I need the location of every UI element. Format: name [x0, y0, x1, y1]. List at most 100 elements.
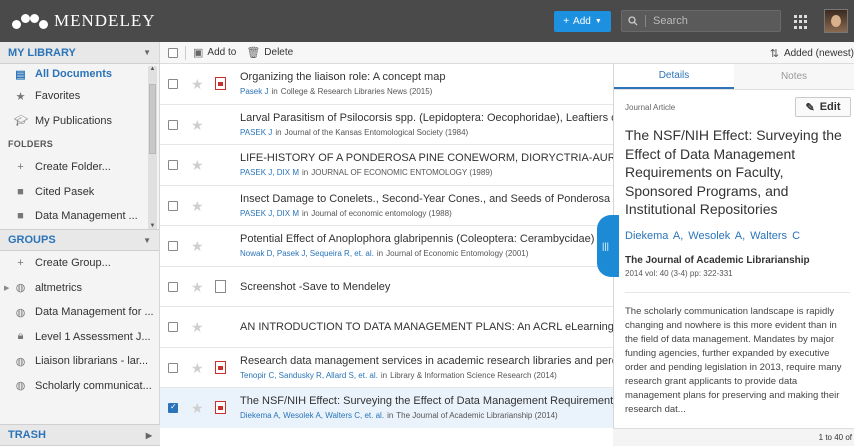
caret-right-icon[interactable]: ▶	[4, 284, 9, 292]
document-type: Journal Article	[625, 103, 676, 112]
document-row-in: in	[271, 87, 278, 96]
globe-icon: ◍	[15, 355, 26, 368]
document-row-meta: PASEK Jin Journal of the Kansas Entomolog…	[240, 128, 468, 137]
table-row[interactable]: ★ Insect Damage to Conelets., Second-Year…	[160, 186, 614, 226]
search-input[interactable]: Search	[621, 10, 781, 32]
favorite-star-icon[interactable]: ★	[191, 198, 204, 215]
favorite-star-icon[interactable]: ★	[191, 238, 204, 255]
select-all-checkbox[interactable]	[168, 47, 178, 58]
table-row[interactable]: ★ Research data management services in ac…	[160, 348, 614, 388]
pencil-icon: ✎	[805, 101, 815, 114]
favorite-star-icon[interactable]: ★	[191, 279, 204, 296]
trash-header[interactable]: TRASH ▶	[0, 424, 160, 446]
document-row-authors[interactable]: PASEK J, DIX M	[240, 168, 299, 177]
favorite-star-icon[interactable]: ★	[191, 157, 204, 174]
app-name: MENDELEY	[54, 11, 156, 30]
pdf-icon	[215, 360, 226, 374]
panel-toggle-handle[interactable]: |||	[597, 215, 619, 277]
mendeley-logo[interactable]: MENDELEY	[12, 10, 155, 32]
graduation-cap-icon: 🎓︎	[14, 115, 28, 128]
row-checkbox[interactable]	[168, 362, 178, 373]
document-row-authors[interactable]: Pasek J	[240, 87, 268, 96]
favorite-star-icon[interactable]: ★	[191, 117, 204, 134]
sidebar-item-liaison-librarians[interactable]: ◍ Liaison librarians - lar...	[0, 349, 159, 374]
sidebar-item-data-management[interactable]: ■ Data Management ...	[0, 204, 159, 229]
avatar[interactable]	[824, 9, 848, 33]
details-tabs: Details Notes	[614, 64, 854, 90]
sidebar-scrollbar[interactable]: ▲ ▼	[148, 66, 157, 229]
favorite-star-icon[interactable]: ★	[191, 319, 204, 336]
document-row-authors[interactable]: Diekema A, Wesolek A, Walters C, et. al.	[240, 411, 384, 420]
sort-dropdown[interactable]: ⇅ Added (newest)	[770, 42, 854, 64]
plus-icon: +	[17, 257, 24, 270]
search-icon	[628, 16, 638, 26]
row-checkbox[interactable]	[168, 322, 178, 332]
trash-icon: 🗑︎	[246, 47, 261, 59]
sidebar-item-label: My Publications	[35, 114, 113, 127]
favorite-star-icon[interactable]: ★	[191, 76, 204, 93]
apps-grid-icon[interactable]	[794, 15, 808, 29]
row-checkbox[interactable]	[168, 79, 178, 89]
document-row-title: Research data management services in aca…	[240, 354, 614, 367]
row-checkbox[interactable]	[168, 281, 178, 292]
document-toolbar: ▣ Add to 🗑︎ Delete ⇅ Added (newest)	[160, 42, 854, 64]
search-placeholder: Search	[653, 15, 688, 27]
scroll-up-icon[interactable]: ▲	[148, 66, 157, 72]
row-checkbox[interactable]	[168, 200, 178, 211]
table-row[interactable]: ★ Potential Effect of Anoplophora glabrip…	[160, 226, 614, 267]
table-row[interactable]: ★ AN INTRODUCTION TO DATA MANAGEMENT PLAN…	[160, 307, 614, 348]
delete-button[interactable]: 🗑︎ Delete	[246, 46, 293, 59]
table-row[interactable]: ★ Organizing the liaison role: A concept …	[160, 64, 614, 105]
sidebar-item-my-publications[interactable]: 🎓︎ My Publications	[0, 109, 159, 134]
table-row[interactable]: ★ The NSF/NIH Effect: Surveying the Effec…	[160, 388, 614, 428]
row-checkbox[interactable]	[168, 160, 178, 170]
row-checkbox[interactable]	[168, 241, 178, 251]
edit-button[interactable]: ✎ Edit	[795, 97, 851, 117]
add-to-button[interactable]: ▣ Add to	[193, 46, 236, 59]
tab-details[interactable]: Details	[614, 64, 734, 89]
sidebar-item-label: Level 1 Assessment J...	[35, 330, 151, 343]
groups-header[interactable]: GROUPS ▼	[0, 229, 159, 251]
document-row-journal: Journal of the Kansas Entomological Soci…	[284, 127, 469, 137]
table-row[interactable]: ★ Screenshot -Save to Mendeley	[160, 267, 614, 307]
sidebar-item-cited-pasek[interactable]: ■ Cited Pasek	[0, 180, 159, 205]
globe-icon: ◍	[15, 306, 26, 319]
document-row-authors[interactable]: Tenopir C, Sandusky R, Allard S, et. al.	[240, 371, 378, 380]
table-row[interactable]: ★ LIFE-HISTORY OF A PONDEROSA PINE CONEWO…	[160, 145, 614, 186]
document-row-in: in	[387, 411, 394, 420]
sidebar-item-altmetrics[interactable]: ▶ ◍ altmetrics	[0, 276, 159, 301]
document-row-authors[interactable]: Nowak D, Pasek J, Sequeira R, et. al.	[240, 249, 374, 258]
tab-notes[interactable]: Notes	[734, 64, 854, 89]
sidebar-item-create-group[interactable]: + Create Group...	[0, 251, 159, 276]
my-library-header[interactable]: MY LIBRARY ▼	[0, 42, 159, 64]
plus-icon: +	[17, 161, 24, 174]
add-button[interactable]: + Add ▼	[554, 11, 611, 32]
document-row-journal: College & Research Libraries News (2015)	[280, 87, 433, 96]
scroll-down-icon[interactable]: ▼	[148, 223, 157, 229]
document-authors[interactable]: Diekema A, Wesolek A, Walters C	[625, 230, 800, 242]
row-checkbox[interactable]	[168, 119, 178, 130]
document-row-meta: PASEK J, DIX Min JOURNAL OF ECONOMIC ENTO…	[240, 168, 492, 177]
document-row-title: LIFE-HISTORY OF A PONDEROSA PINE CONEWOR…	[240, 152, 614, 164]
document-title: The NSF/NIH Effect: Surveying the Effect…	[625, 127, 842, 217]
sort-icon: ⇅	[769, 47, 779, 60]
document-row-authors[interactable]: PASEK J	[240, 128, 272, 137]
sidebar-item-data-management-group[interactable]: ◍ Data Management for ...	[0, 300, 159, 325]
scrollbar-thumb[interactable]	[149, 84, 156, 154]
sidebar-item-all-documents[interactable]: ▤ All Documents	[0, 64, 159, 84]
document-row-in: in	[301, 168, 309, 177]
favorite-star-icon[interactable]: ★	[191, 360, 204, 377]
sidebar-item-favorites[interactable]: ★ Favorites	[0, 84, 159, 109]
sidebar-item-create-folder[interactable]: + Create Folder...	[0, 155, 159, 180]
folder-icon: ■	[17, 185, 24, 198]
favorite-star-icon[interactable]: ★	[191, 400, 204, 417]
my-library-title: MY LIBRARY	[8, 46, 76, 59]
sidebar-item-scholarly-communication[interactable]: ◍ Scholarly communicat...	[0, 374, 159, 399]
row-checkbox[interactable]	[168, 402, 178, 413]
mendeley-logo-icon	[12, 11, 48, 31]
groups-title: GROUPS	[8, 234, 56, 246]
sidebar-item-level-1-assessment[interactable]: 🔒︎ Level 1 Assessment J...	[0, 325, 159, 350]
table-row[interactable]: ★ Larval Parasitism of Psilocorsis spp. (…	[160, 105, 614, 145]
sidebar-item-label: Cited Pasek	[35, 185, 95, 198]
document-row-authors[interactable]: PASEK J, DIX M	[240, 209, 299, 218]
